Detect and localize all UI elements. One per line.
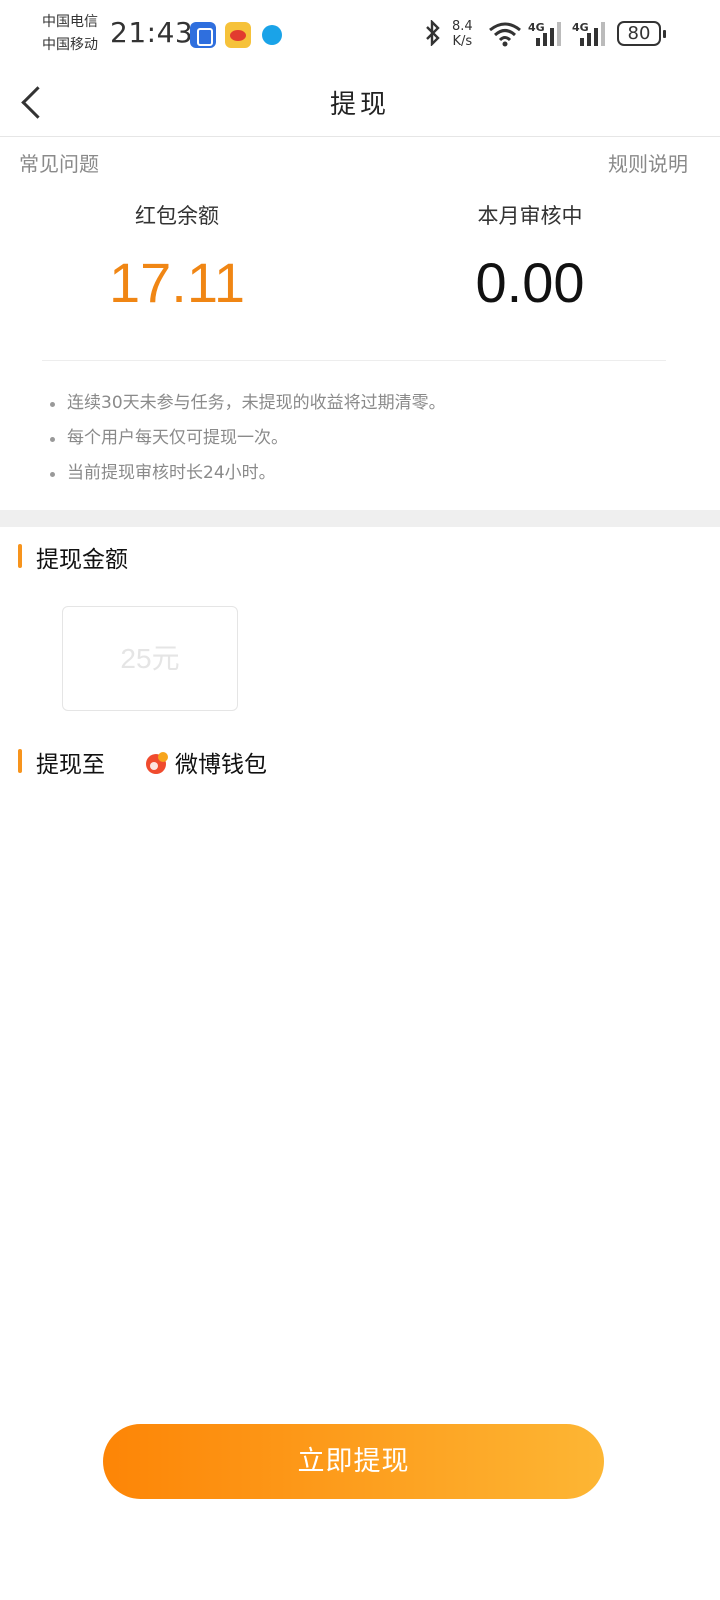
carrier-2: 中国移动 <box>42 37 98 53</box>
network-speed-value: 8.4 <box>452 19 473 34</box>
page-title: 提现 <box>329 90 390 120</box>
carrier-1: 中国电信 <box>42 14 98 30</box>
network-speed-unit: K/s <box>452 34 473 49</box>
section-separator <box>0 510 720 527</box>
note-item: 当前提现审核时长24小时。 <box>50 456 446 491</box>
network-type-1: 4G <box>528 21 545 34</box>
balance-value: 17.11 <box>109 251 245 314</box>
withdraw-amount-title: 提现金额 <box>36 547 128 573</box>
withdraw-to-title: 提现至 <box>36 752 105 778</box>
reviewing-stat: 本月审核中 0.00 <box>410 200 650 315</box>
status-bar: 中国电信 中国移动 21:43 8.4 K/s 4G 4G 80 <box>0 0 720 70</box>
section-accent-bar <box>18 749 22 773</box>
app-notification-icon <box>190 22 216 48</box>
status-clock: 21:43 <box>110 16 194 49</box>
note-item: 连续30天未参与任务，未提现的收益将过期清零。 <box>50 386 446 421</box>
balance-stat: 红包余额 17.11 <box>57 200 297 315</box>
reviewing-value: 0.00 <box>475 251 585 314</box>
note-item: 每个用户每天仅可提现一次。 <box>50 421 446 456</box>
carrier-info: 中国电信 中国移动 <box>42 11 98 57</box>
notes-list: 连续30天未参与任务，未提现的收益将过期清零。 每个用户每天仅可提现一次。 当前… <box>50 386 446 491</box>
network-speed: 8.4 K/s <box>452 19 473 49</box>
network-type-2: 4G <box>572 21 589 34</box>
withdraw-now-button[interactable]: 立即提现 <box>103 1424 604 1499</box>
wallet-name: 微博钱包 <box>175 752 267 778</box>
signal-icon-2: 4G <box>572 21 605 46</box>
faq-link[interactable]: 常见问题 <box>19 148 99 177</box>
amount-option-25[interactable]: 25元 <box>62 606 238 711</box>
bluetooth-icon <box>424 19 442 52</box>
divider <box>42 360 666 361</box>
browser-notification-icon <box>262 25 282 45</box>
battery-icon: 80 <box>617 21 666 46</box>
section-accent-bar <box>18 544 22 568</box>
battery-level: 80 <box>627 23 651 44</box>
nav-bar: 提现 <box>0 70 720 137</box>
balance-label: 红包余额 <box>135 204 219 228</box>
rules-link[interactable]: 规则说明 <box>608 148 688 177</box>
weibo-wallet-icon <box>146 752 168 774</box>
wifi-icon <box>489 22 521 47</box>
reviewing-label: 本月审核中 <box>477 204 583 228</box>
signal-icon-1: 4G <box>528 21 561 46</box>
weibo-notification-icon <box>225 22 251 48</box>
